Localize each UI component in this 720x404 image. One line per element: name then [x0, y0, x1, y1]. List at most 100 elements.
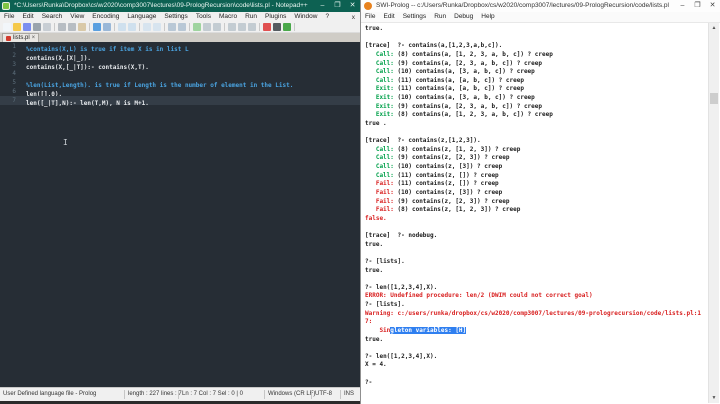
tab-label: lists.pl	[13, 35, 30, 41]
menu-encoding[interactable]: Encoding	[88, 12, 123, 22]
menu-settings[interactable]: Settings	[399, 12, 431, 22]
toolbar-icon-word-wrap[interactable]	[193, 23, 201, 31]
console-text: Fail:	[365, 197, 394, 205]
line-number: 4	[12, 70, 16, 77]
scrollbar-up-arrow[interactable]: ▲	[709, 23, 719, 33]
toolbar-icon-indent-guide[interactable]	[213, 23, 221, 31]
editor-line-2[interactable]: 2 contains(X,[X|_]).	[0, 51, 360, 62]
menu-plugins[interactable]: Plugins	[261, 12, 290, 22]
menu-search[interactable]: Search	[38, 12, 67, 22]
maximize-button[interactable]: ❐	[690, 0, 705, 12]
modified-file-icon	[6, 35, 11, 41]
menu-settings[interactable]: Settings	[160, 12, 192, 22]
toolbar-icon-show-all-chars[interactable]	[203, 23, 211, 31]
toolbar-icon-redo[interactable]	[103, 23, 111, 31]
menu-view[interactable]: View	[66, 12, 88, 22]
console-text: Sin	[365, 326, 391, 334]
console-line-34: Warning: c:/users/runka/dropbox/cs/w2020…	[365, 310, 708, 319]
toolbar-icon-find[interactable]	[118, 23, 126, 31]
console-line-1: true.	[365, 25, 708, 34]
toolbar-icon-open-folder[interactable]	[13, 23, 21, 31]
close-button[interactable]: ✕	[705, 0, 720, 12]
menu-run[interactable]: Run	[430, 12, 450, 22]
console-line-20: Fail: (10) contains(z, [3]) ? creep	[365, 189, 708, 198]
console-scrollbar[interactable]: ▲ ▼	[708, 23, 719, 403]
toolbar-icon-document-list[interactable]	[248, 23, 256, 31]
console-line-39: ?- len([1,2,3,4],X).	[365, 353, 708, 362]
toolbar-icon-copy[interactable]	[68, 23, 76, 31]
toolbar-icon-stop-macro[interactable]	[273, 23, 281, 31]
close-button[interactable]: ✕	[345, 0, 360, 12]
menu-debug[interactable]: Debug	[450, 12, 477, 22]
statusbar-eol[interactable]: Windows (CR LF)	[268, 391, 315, 397]
menu-run[interactable]: Run	[241, 12, 261, 22]
toolbar-separator	[89, 23, 90, 31]
editor-line-7[interactable]: 7 len([_|T],N):- len(T,M), N is M+1.	[0, 96, 360, 107]
menu-help[interactable]: Help	[477, 12, 498, 22]
toolbar-icon-cut[interactable]	[58, 23, 66, 31]
editor-line-5[interactable]: 5 %len(List,Length). is true if Length is…	[0, 78, 360, 89]
scrollbar-thumb[interactable]	[710, 93, 718, 104]
toolbar-icon-save-all[interactable]	[33, 23, 41, 31]
console-line-2	[365, 34, 708, 43]
console-line-23: false.	[365, 215, 708, 224]
prolog-console[interactable]: true. [trace] ?- contains(a,[1,2,3,a,b,c]…	[362, 23, 708, 403]
console-line-12: true .	[365, 120, 708, 129]
toolbar-icon-zoom-in[interactable]	[143, 23, 151, 31]
line-number: 5	[12, 79, 16, 86]
menu-language[interactable]: Language	[123, 12, 160, 22]
console-text: Call:	[365, 76, 394, 84]
console-text: true.	[365, 335, 384, 343]
toolbar-icon-record-macro[interactable]	[263, 23, 271, 31]
menu-edit[interactable]: Edit	[379, 12, 398, 22]
menu-[interactable]: ?	[321, 12, 333, 22]
editor-line-6[interactable]: 6 len([],0).	[0, 87, 360, 98]
toolbar-icon-undo[interactable]	[93, 23, 101, 31]
toolbar-icon-play-macro[interactable]	[283, 23, 291, 31]
toolbar-icon-sync-vertical[interactable]	[168, 23, 176, 31]
toolbar-icon-paste[interactable]	[78, 23, 86, 31]
statusbar-encoding[interactable]: UTF-8	[315, 391, 332, 397]
statusbar-cursor-position: Ln : 7 Col : 7 Sel : 0 | 0	[182, 391, 243, 397]
code-editor[interactable]: 1 %contains(X,L) is true if item X is in …	[0, 42, 360, 388]
menu-macro[interactable]: Macro	[215, 12, 241, 22]
editor-line-3[interactable]: 3 contains(X,[_|T]):- contains(X,T).	[0, 60, 360, 71]
toolbar-icon-print[interactable]	[43, 23, 51, 31]
menu-file[interactable]: File	[361, 12, 379, 22]
selected-text: gleton variables: [H]	[390, 326, 467, 334]
toolbar-icon-function-list[interactable]	[228, 23, 236, 31]
menu-tools[interactable]: Tools	[192, 12, 215, 22]
console-text: (10) contains(z, [3]) ? creep	[393, 188, 503, 196]
console-text: ?-	[365, 283, 376, 291]
minimize-button[interactable]: –	[315, 0, 330, 12]
console-text: (11) contains(a, [a, b, c]) ? creep	[393, 85, 524, 93]
statusbar-insert-mode[interactable]: INS	[344, 391, 354, 397]
scrollbar-down-arrow[interactable]: ▼	[709, 393, 719, 403]
maximize-button[interactable]: ❐	[330, 0, 345, 12]
tab-close-icon[interactable]: ×	[32, 35, 36, 42]
console-line-10: Exit: (9) contains(a, [2, 3, a, b, c]) ?…	[365, 103, 708, 112]
toolbar-icon-sync-horizontal[interactable]	[178, 23, 186, 31]
tab-lists-pl[interactable]: lists.pl ×	[2, 33, 40, 42]
editor-line-4[interactable]: 4	[0, 69, 360, 78]
toolbar-separator	[189, 23, 190, 31]
swiprolog-window: SWI-Prolog -- c:/Users/Runka/Dropbox/cs/…	[360, 0, 720, 404]
menubar-close-icon[interactable]: x	[347, 14, 360, 21]
minimize-button[interactable]: –	[675, 0, 690, 12]
toolbar-icon-replace[interactable]	[128, 23, 136, 31]
toolbar-icon-document-map[interactable]	[238, 23, 246, 31]
console-text: Fail:	[365, 180, 394, 188]
menu-window[interactable]: Window	[290, 12, 321, 22]
toolbar-icon-zoom-out[interactable]	[153, 23, 161, 31]
console-text: (9) contains(a, [2, 3, a, b, c]) ? creep	[393, 59, 543, 67]
toolbar-icon-save[interactable]	[23, 23, 31, 31]
swi-prolog-owl-icon	[364, 2, 372, 10]
console-text: Call:	[365, 171, 394, 179]
menu-edit[interactable]: Edit	[18, 12, 37, 22]
menu-file[interactable]: File	[0, 12, 18, 22]
toolbar-separator	[224, 23, 225, 31]
editor-line-1[interactable]: 1 %contains(X,L) is true if item X is in …	[0, 42, 360, 53]
console-text: true.	[365, 25, 384, 32]
toolbar-icon-new-file[interactable]	[3, 23, 11, 31]
notepadpp-titlebar[interactable]: *C:\Users\Runka\Dropbox\cs\w2020\comp300…	[0, 0, 360, 12]
